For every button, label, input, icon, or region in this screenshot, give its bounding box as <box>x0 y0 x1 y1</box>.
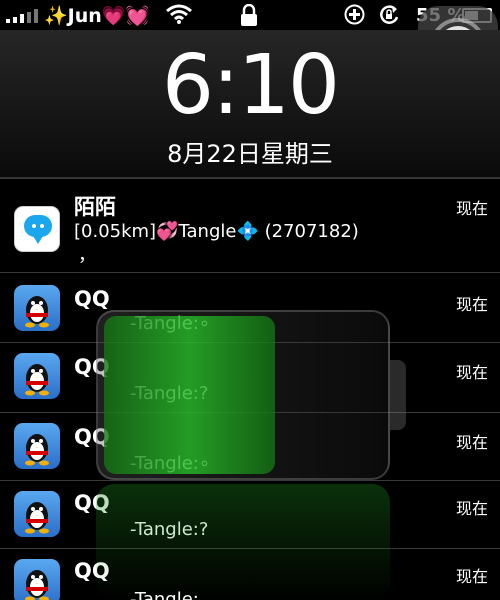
notification-message: -Tangle:? <box>130 383 209 404</box>
notification-app-name: QQ <box>74 491 110 515</box>
add-circle-icon <box>344 4 365 25</box>
notification-time: 现在 <box>455 499 488 518</box>
notification-qq[interactable]: QQ -Tangle:， 现在 <box>0 548 500 600</box>
notification-app-name: 陌陌 <box>74 195 116 219</box>
carrier-label: Jun <box>67 5 102 27</box>
lock-icon <box>241 4 257 26</box>
notification-momo[interactable]: 陌陌 [0.05km]💞Tangle💠 (2707182) ， 现在 <box>0 178 500 272</box>
notification-time: 现在 <box>455 199 488 218</box>
notification-qq[interactable]: QQ -Tangle:? 现在 <box>0 342 500 412</box>
notification-app-name: QQ <box>74 287 110 311</box>
qq-penguin-icon <box>14 353 60 399</box>
notification-message: -Tangle:∘ <box>130 453 211 474</box>
notification-message: -Tangle:， <box>130 589 217 600</box>
notification-message: -Tangle:? <box>130 519 209 540</box>
wifi-icon <box>166 4 192 24</box>
notification-time: 现在 <box>455 433 488 452</box>
notification-app-name: QQ <box>74 559 110 583</box>
rotation-lock-icon <box>380 5 399 24</box>
notification-time: 现在 <box>455 363 488 382</box>
qq-penguin-icon <box>14 423 60 469</box>
notification-qq[interactable]: QQ -Tangle:? 现在 <box>0 480 500 548</box>
qq-penguin-icon <box>14 491 60 537</box>
signal-strength-icon <box>6 9 40 23</box>
qq-penguin-icon <box>14 285 60 331</box>
notification-app-name: QQ <box>74 355 110 379</box>
lock-screen-clock: 6:10 8月22日星期三 <box>0 30 500 178</box>
notification-qq[interactable]: QQ -Tangle:∘ 现在 <box>0 412 500 480</box>
notification-message: [0.05km]💞Tangle💠 (2707182) <box>74 221 359 242</box>
lock-time: 6:10 <box>161 38 340 133</box>
lock-date: 8月22日星期三 <box>167 140 333 168</box>
notification-message-continued: ， <box>78 245 96 266</box>
notification-app-name: QQ <box>74 425 110 449</box>
notification-time: 现在 <box>455 295 488 314</box>
carrier-name: ✨Jun💗💓 <box>44 4 149 27</box>
momo-chat-icon <box>14 206 60 252</box>
notification-time: 现在 <box>455 567 488 586</box>
heart-icon: 💗💓 <box>101 5 150 27</box>
notification-message: -Tangle:∘ <box>130 313 211 334</box>
qq-penguin-icon <box>14 559 60 600</box>
notification-qq[interactable]: QQ -Tangle:∘ 现在 <box>0 272 500 342</box>
sparkle-icon: ✨ <box>44 5 68 27</box>
